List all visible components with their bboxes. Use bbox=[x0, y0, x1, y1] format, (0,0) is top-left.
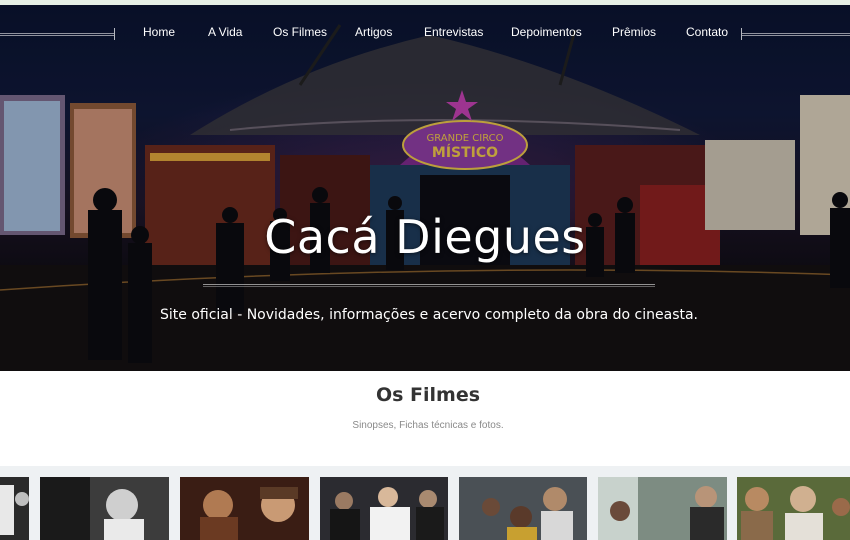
nav-item-entrevistas[interactable]: Entrevistas bbox=[424, 25, 483, 39]
film-thumbnail[interactable] bbox=[598, 477, 727, 540]
film-thumbnail[interactable] bbox=[0, 477, 29, 540]
nav-item-a-vida[interactable]: A Vida bbox=[208, 25, 242, 39]
site-title: Cacá Diegues bbox=[264, 210, 586, 264]
nav-divider-left bbox=[0, 28, 115, 40]
nav-divider-right bbox=[741, 28, 850, 40]
film-thumbnail[interactable] bbox=[320, 477, 448, 540]
main-navigation: Home A Vida Os Filmes Artigos Entrevista… bbox=[0, 5, 850, 61]
hero-divider bbox=[203, 284, 655, 287]
nav-item-home[interactable]: Home bbox=[143, 25, 175, 39]
films-section-subtitle: Sinopses, Fichas técnicas e fotos. bbox=[352, 420, 504, 431]
films-section-title: Os Filmes bbox=[375, 384, 481, 406]
nav-item-os-filmes[interactable]: Os Filmes bbox=[273, 25, 327, 39]
film-thumbnail[interactable] bbox=[40, 477, 169, 540]
site-tagline: Site oficial - Novidades, informações e … bbox=[159, 307, 699, 323]
film-thumbnail[interactable] bbox=[459, 477, 587, 540]
nav-item-contato[interactable]: Contato bbox=[686, 25, 728, 39]
film-thumbnail[interactable] bbox=[180, 477, 309, 540]
hero-banner: GRANDE CIRCO MÍSTICO Home A Vida Os Film… bbox=[0, 5, 850, 371]
nav-item-premios[interactable]: Prêmios bbox=[612, 25, 656, 39]
film-thumbnail[interactable] bbox=[737, 477, 850, 540]
nav-item-depoimentos[interactable]: Depoimentos bbox=[511, 25, 582, 39]
nav-item-artigos[interactable]: Artigos bbox=[355, 25, 392, 39]
